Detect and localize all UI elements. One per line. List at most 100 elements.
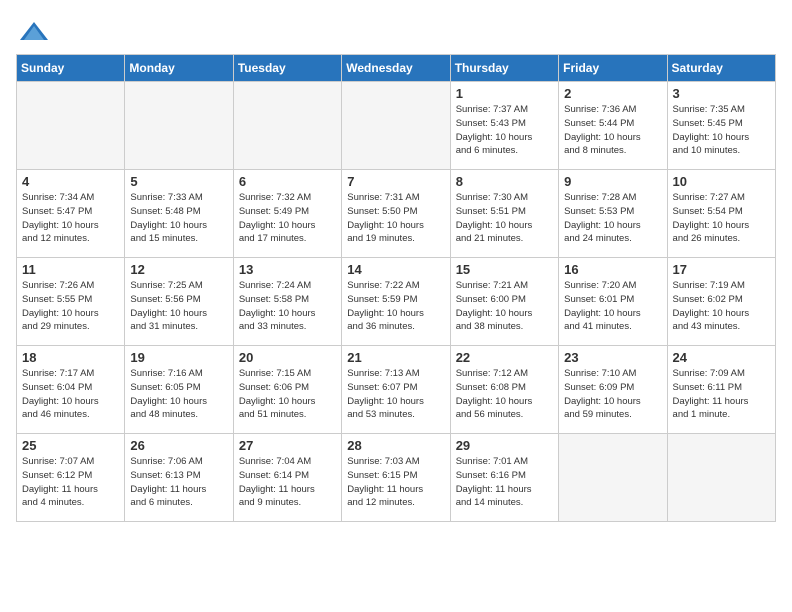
day-number: 2 (564, 86, 661, 101)
day-info: Sunrise: 7:19 AMSunset: 6:02 PMDaylight:… (673, 279, 770, 334)
day-cell: 22Sunrise: 7:12 AMSunset: 6:08 PMDayligh… (450, 346, 558, 434)
day-info: Sunrise: 7:34 AMSunset: 5:47 PMDaylight:… (22, 191, 119, 246)
week-row-3: 11 Sunrise: 7:26 AMSunset: 5:55 PMDayligh… (17, 258, 776, 346)
day-number: 10 (673, 174, 770, 189)
col-header-saturday: Saturday (667, 55, 775, 82)
col-header-thursday: Thursday (450, 55, 558, 82)
header-row: SundayMondayTuesdayWednesdayThursdayFrid… (17, 55, 776, 82)
day-cell: 17 Sunrise: 7:19 AMSunset: 6:02 PMDayligh… (667, 258, 775, 346)
day-info: Sunrise: 7:12 AMSunset: 6:08 PMDaylight:… (456, 367, 553, 422)
day-info: Sunrise: 7:07 AMSunset: 6:12 PMDaylight:… (22, 455, 119, 510)
day-cell: 15 Sunrise: 7:21 AMSunset: 6:00 PMDayligh… (450, 258, 558, 346)
week-row-1: 1 Sunrise: 7:37 AMSunset: 5:43 PMDaylight… (17, 82, 776, 170)
day-info: Sunrise: 7:27 AMSunset: 5:54 PMDaylight:… (673, 191, 770, 246)
day-number: 6 (239, 174, 336, 189)
day-info: Sunrise: 7:01 AMSunset: 6:16 PMDaylight:… (456, 455, 553, 510)
day-cell: 13 Sunrise: 7:24 AMSunset: 5:58 PMDayligh… (233, 258, 341, 346)
day-info: Sunrise: 7:22 AMSunset: 5:59 PMDaylight:… (347, 279, 444, 334)
day-cell (342, 82, 450, 170)
logo (16, 16, 50, 44)
day-number: 23 (564, 350, 661, 365)
day-number: 20 (239, 350, 336, 365)
day-info: Sunrise: 7:36 AMSunset: 5:44 PMDaylight:… (564, 103, 661, 158)
day-cell: 29 Sunrise: 7:01 AMSunset: 6:16 PMDayligh… (450, 434, 558, 522)
day-number: 11 (22, 262, 119, 277)
day-cell: 26 Sunrise: 7:06 AMSunset: 6:13 PMDayligh… (125, 434, 233, 522)
day-info: Sunrise: 7:33 AMSunset: 5:48 PMDaylight:… (130, 191, 227, 246)
day-info: Sunrise: 7:26 AMSunset: 5:55 PMDaylight:… (22, 279, 119, 334)
day-info: Sunrise: 7:25 AMSunset: 5:56 PMDaylight:… (130, 279, 227, 334)
day-info: Sunrise: 7:20 AMSunset: 6:01 PMDaylight:… (564, 279, 661, 334)
day-info: Sunrise: 7:35 AMSunset: 5:45 PMDaylight:… (673, 103, 770, 158)
day-number: 3 (673, 86, 770, 101)
day-number: 9 (564, 174, 661, 189)
day-cell: 12 Sunrise: 7:25 AMSunset: 5:56 PMDayligh… (125, 258, 233, 346)
day-cell (559, 434, 667, 522)
day-cell: 25 Sunrise: 7:07 AMSunset: 6:12 PMDayligh… (17, 434, 125, 522)
week-row-2: 4 Sunrise: 7:34 AMSunset: 5:47 PMDaylight… (17, 170, 776, 258)
day-number: 17 (673, 262, 770, 277)
day-cell: 8 Sunrise: 7:30 AMSunset: 5:51 PMDaylight… (450, 170, 558, 258)
day-number: 16 (564, 262, 661, 277)
day-cell (667, 434, 775, 522)
day-number: 7 (347, 174, 444, 189)
day-number: 27 (239, 438, 336, 453)
day-cell: 1 Sunrise: 7:37 AMSunset: 5:43 PMDaylight… (450, 82, 558, 170)
day-cell: 14 Sunrise: 7:22 AMSunset: 5:59 PMDayligh… (342, 258, 450, 346)
day-cell: 11 Sunrise: 7:26 AMSunset: 5:55 PMDayligh… (17, 258, 125, 346)
day-cell: 19 Sunrise: 7:16 AMSunset: 6:05 PMDayligh… (125, 346, 233, 434)
day-cell: 6 Sunrise: 7:32 AMSunset: 5:49 PMDaylight… (233, 170, 341, 258)
day-number: 13 (239, 262, 336, 277)
day-cell: 5 Sunrise: 7:33 AMSunset: 5:48 PMDaylight… (125, 170, 233, 258)
day-number: 18 (22, 350, 119, 365)
day-cell: 27 Sunrise: 7:04 AMSunset: 6:14 PMDayligh… (233, 434, 341, 522)
day-number: 19 (130, 350, 227, 365)
day-number: 15 (456, 262, 553, 277)
day-number: 1 (456, 86, 553, 101)
day-info: Sunrise: 7:13 AMSunset: 6:07 PMDaylight:… (347, 367, 444, 422)
day-number: 14 (347, 262, 444, 277)
day-cell (233, 82, 341, 170)
day-number: 26 (130, 438, 227, 453)
day-info: Sunrise: 7:03 AMSunset: 6:15 PMDaylight:… (347, 455, 444, 510)
day-info: Sunrise: 7:10 AMSunset: 6:09 PMDaylight:… (564, 367, 661, 422)
day-info: Sunrise: 7:37 AMSunset: 5:43 PMDaylight:… (456, 103, 553, 158)
day-number: 5 (130, 174, 227, 189)
day-cell: 16 Sunrise: 7:20 AMSunset: 6:01 PMDayligh… (559, 258, 667, 346)
day-cell (17, 82, 125, 170)
day-number: 24 (673, 350, 770, 365)
day-info: Sunrise: 7:17 AMSunset: 6:04 PMDaylight:… (22, 367, 119, 422)
day-info: Sunrise: 7:06 AMSunset: 6:13 PMDaylight:… (130, 455, 227, 510)
col-header-friday: Friday (559, 55, 667, 82)
day-info: Sunrise: 7:21 AMSunset: 6:00 PMDaylight:… (456, 279, 553, 334)
day-info: Sunrise: 7:32 AMSunset: 5:49 PMDaylight:… (239, 191, 336, 246)
day-info: Sunrise: 7:04 AMSunset: 6:14 PMDaylight:… (239, 455, 336, 510)
day-number: 4 (22, 174, 119, 189)
day-cell: 9 Sunrise: 7:28 AMSunset: 5:53 PMDaylight… (559, 170, 667, 258)
week-row-5: 25 Sunrise: 7:07 AMSunset: 6:12 PMDayligh… (17, 434, 776, 522)
day-info: Sunrise: 7:30 AMSunset: 5:51 PMDaylight:… (456, 191, 553, 246)
day-number: 12 (130, 262, 227, 277)
day-cell: 10 Sunrise: 7:27 AMSunset: 5:54 PMDayligh… (667, 170, 775, 258)
day-number: 21 (347, 350, 444, 365)
day-number: 28 (347, 438, 444, 453)
day-info: Sunrise: 7:31 AMSunset: 5:50 PMDaylight:… (347, 191, 444, 246)
calendar-table: SundayMondayTuesdayWednesdayThursdayFrid… (16, 54, 776, 522)
day-number: 8 (456, 174, 553, 189)
col-header-tuesday: Tuesday (233, 55, 341, 82)
day-info: Sunrise: 7:28 AMSunset: 5:53 PMDaylight:… (564, 191, 661, 246)
day-info: Sunrise: 7:24 AMSunset: 5:58 PMDaylight:… (239, 279, 336, 334)
day-cell: 7 Sunrise: 7:31 AMSunset: 5:50 PMDaylight… (342, 170, 450, 258)
day-cell: 24 Sunrise: 7:09 AMSunset: 6:11 PMDayligh… (667, 346, 775, 434)
day-cell: 20 Sunrise: 7:15 AMSunset: 6:06 PMDayligh… (233, 346, 341, 434)
day-info: Sunrise: 7:16 AMSunset: 6:05 PMDaylight:… (130, 367, 227, 422)
col-header-wednesday: Wednesday (342, 55, 450, 82)
day-cell: 3 Sunrise: 7:35 AMSunset: 5:45 PMDaylight… (667, 82, 775, 170)
col-header-monday: Monday (125, 55, 233, 82)
day-cell: 21 Sunrise: 7:13 AMSunset: 6:07 PMDayligh… (342, 346, 450, 434)
day-cell: 23 Sunrise: 7:10 AMSunset: 6:09 PMDayligh… (559, 346, 667, 434)
day-number: 29 (456, 438, 553, 453)
day-number: 25 (22, 438, 119, 453)
day-info: Sunrise: 7:09 AMSunset: 6:11 PMDaylight:… (673, 367, 770, 422)
day-info: Sunrise: 7:15 AMSunset: 6:06 PMDaylight:… (239, 367, 336, 422)
